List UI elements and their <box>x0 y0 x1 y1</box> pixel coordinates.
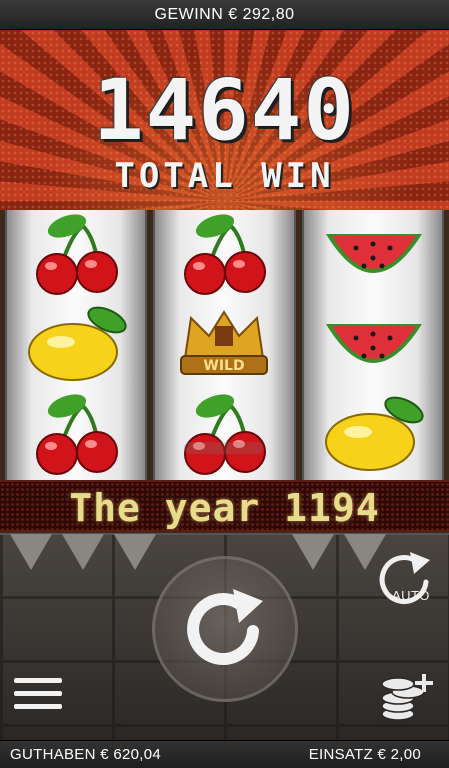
wild-label: WILD <box>204 358 245 374</box>
reel-symbol-lemon <box>7 300 145 390</box>
lemon-icon <box>324 396 424 471</box>
reel-symbol-cherries <box>7 210 145 300</box>
reel-symbol-cherries <box>155 210 293 300</box>
reel-symbol-crown-wild: WILD <box>155 300 293 390</box>
reel-symbol-watermelon <box>304 210 442 300</box>
cherries-icon <box>184 394 267 475</box>
lemon-icon <box>28 306 127 381</box>
coins-plus-icon <box>381 674 433 721</box>
casino-watermark-logo <box>184 440 264 459</box>
reel-symbol-watermelon <box>304 300 442 390</box>
bet-settings-button[interactable] <box>378 670 436 722</box>
reel-symbol-lemon <box>304 390 442 480</box>
total-win-amount: 14640 <box>93 61 356 159</box>
cherries-icon <box>184 214 267 295</box>
total-win-label: TOTAL WIN <box>114 156 335 196</box>
watermelon-icon <box>325 234 422 273</box>
balance-display: GUTHABEN € 620,04 <box>10 746 161 763</box>
reel-symbol-cherries <box>7 390 145 480</box>
reel-3 <box>301 210 444 480</box>
status-bar: GUTHABEN € 620,04 EINSATZ € 2,00 <box>0 740 449 768</box>
hamburger-line <box>14 691 62 696</box>
total-win-banner: 14640 TOTAL WIN <box>0 30 449 210</box>
spin-button[interactable] <box>152 556 298 702</box>
win-display: GEWINN € 292,80 <box>0 0 449 30</box>
hamburger-icon <box>14 678 62 683</box>
bet-display: EINSATZ € 2,00 <box>308 746 421 763</box>
hamburger-line <box>14 704 62 709</box>
autoplay-label: AUTO <box>392 588 430 603</box>
cherries-icon <box>36 214 119 295</box>
crown-wild-icon: WILD <box>180 310 269 375</box>
game-info-bar: The year 1194 <box>0 480 449 532</box>
menu-button[interactable] <box>14 678 62 718</box>
reel-1 <box>5 210 148 480</box>
autoplay-button[interactable]: AUTO <box>372 548 436 612</box>
reel-symbol-cherries <box>155 390 293 480</box>
cherries-icon <box>36 394 119 475</box>
game-info-text: The year 1194 <box>69 486 380 530</box>
controls-area: AUTO <box>0 532 449 740</box>
watermelon-icon <box>325 324 422 363</box>
spin-arrow-icon <box>187 589 263 666</box>
